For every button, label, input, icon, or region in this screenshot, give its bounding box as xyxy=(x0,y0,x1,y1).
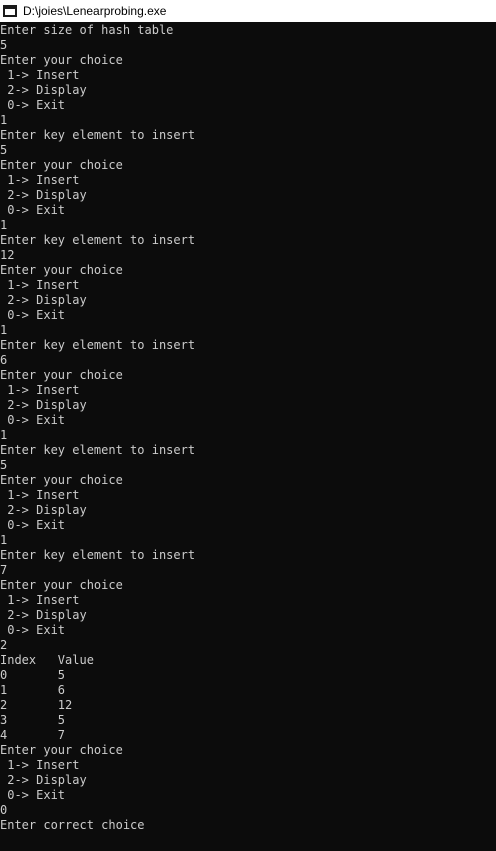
console-line: Enter your choice xyxy=(0,158,123,172)
console-line: Enter key element to insert xyxy=(0,338,196,352)
console-line: 1-> Insert xyxy=(0,488,80,502)
console-line: Enter your choice xyxy=(0,473,123,487)
console-line: 1 xyxy=(0,428,8,442)
console-line: 0-> Exit xyxy=(0,413,66,427)
console-line: 1 6 xyxy=(0,683,66,697)
console-line: 2-> Display xyxy=(0,83,87,97)
console-line: 1-> Insert xyxy=(0,593,80,607)
console-line: Enter key element to insert xyxy=(0,233,196,247)
console-line: 2-> Display xyxy=(0,188,87,202)
console-line: Enter key element to insert xyxy=(0,548,196,562)
console-line: Index Value xyxy=(0,653,94,667)
console-line: 0 5 xyxy=(0,668,66,682)
console-line: 3 5 xyxy=(0,713,66,727)
console-line: 0-> Exit xyxy=(0,518,66,532)
console-line: 5 xyxy=(0,458,8,472)
console-line: Enter your choice xyxy=(0,743,123,757)
console-line: 0-> Exit xyxy=(0,203,66,217)
console-line: Enter your choice xyxy=(0,368,123,382)
console-line: 5 xyxy=(0,38,8,52)
console-line: 0-> Exit xyxy=(0,788,66,802)
console-line: Enter key element to insert xyxy=(0,443,196,457)
console-line: 2-> Display xyxy=(0,293,87,307)
console-line: 6 xyxy=(0,353,8,367)
console-line: 1-> Insert xyxy=(0,173,80,187)
console-line: 2-> Display xyxy=(0,608,87,622)
console-line: 5 xyxy=(0,143,8,157)
console-line: 0-> Exit xyxy=(0,623,66,637)
console-line: 7 xyxy=(0,563,8,577)
console-line: 0 xyxy=(0,803,8,817)
console-line: 2-> Display xyxy=(0,503,87,517)
console-line: Enter your choice xyxy=(0,578,123,592)
console-line: 2 12 xyxy=(0,698,73,712)
console-line: 1-> Insert xyxy=(0,758,80,772)
console-line: 1-> Insert xyxy=(0,68,80,82)
console-line: 1 xyxy=(0,113,8,127)
console-line: Enter your choice xyxy=(0,263,123,277)
console-line: 0-> Exit xyxy=(0,308,66,322)
window-title: D:\joies\Lenearprobing.exe xyxy=(23,4,167,18)
console-line: 2-> Display xyxy=(0,773,87,787)
console-line: 1 xyxy=(0,533,8,547)
console-line: 1-> Insert xyxy=(0,383,80,397)
console-line: 0-> Exit xyxy=(0,98,66,112)
console-window-icon xyxy=(3,5,17,17)
console-line: 1 xyxy=(0,323,8,337)
window-titlebar[interactable]: D:\joies\Lenearprobing.exe xyxy=(0,0,496,22)
console-line: Enter correct choice xyxy=(0,818,145,832)
console-line: 2 xyxy=(0,638,8,652)
console-line: Enter your choice xyxy=(0,53,123,67)
console-output[interactable]: Enter size of hash table 5 Enter your choi… xyxy=(0,23,496,851)
console-line: Enter size of hash table xyxy=(0,23,174,37)
console-line: 4 7 xyxy=(0,728,66,742)
console-line: 2-> Display xyxy=(0,398,87,412)
console-line: 1 xyxy=(0,218,8,232)
console-line: 1-> Insert xyxy=(0,278,80,292)
console-line: 12 xyxy=(0,248,15,262)
console-line: Enter key element to insert xyxy=(0,128,196,142)
